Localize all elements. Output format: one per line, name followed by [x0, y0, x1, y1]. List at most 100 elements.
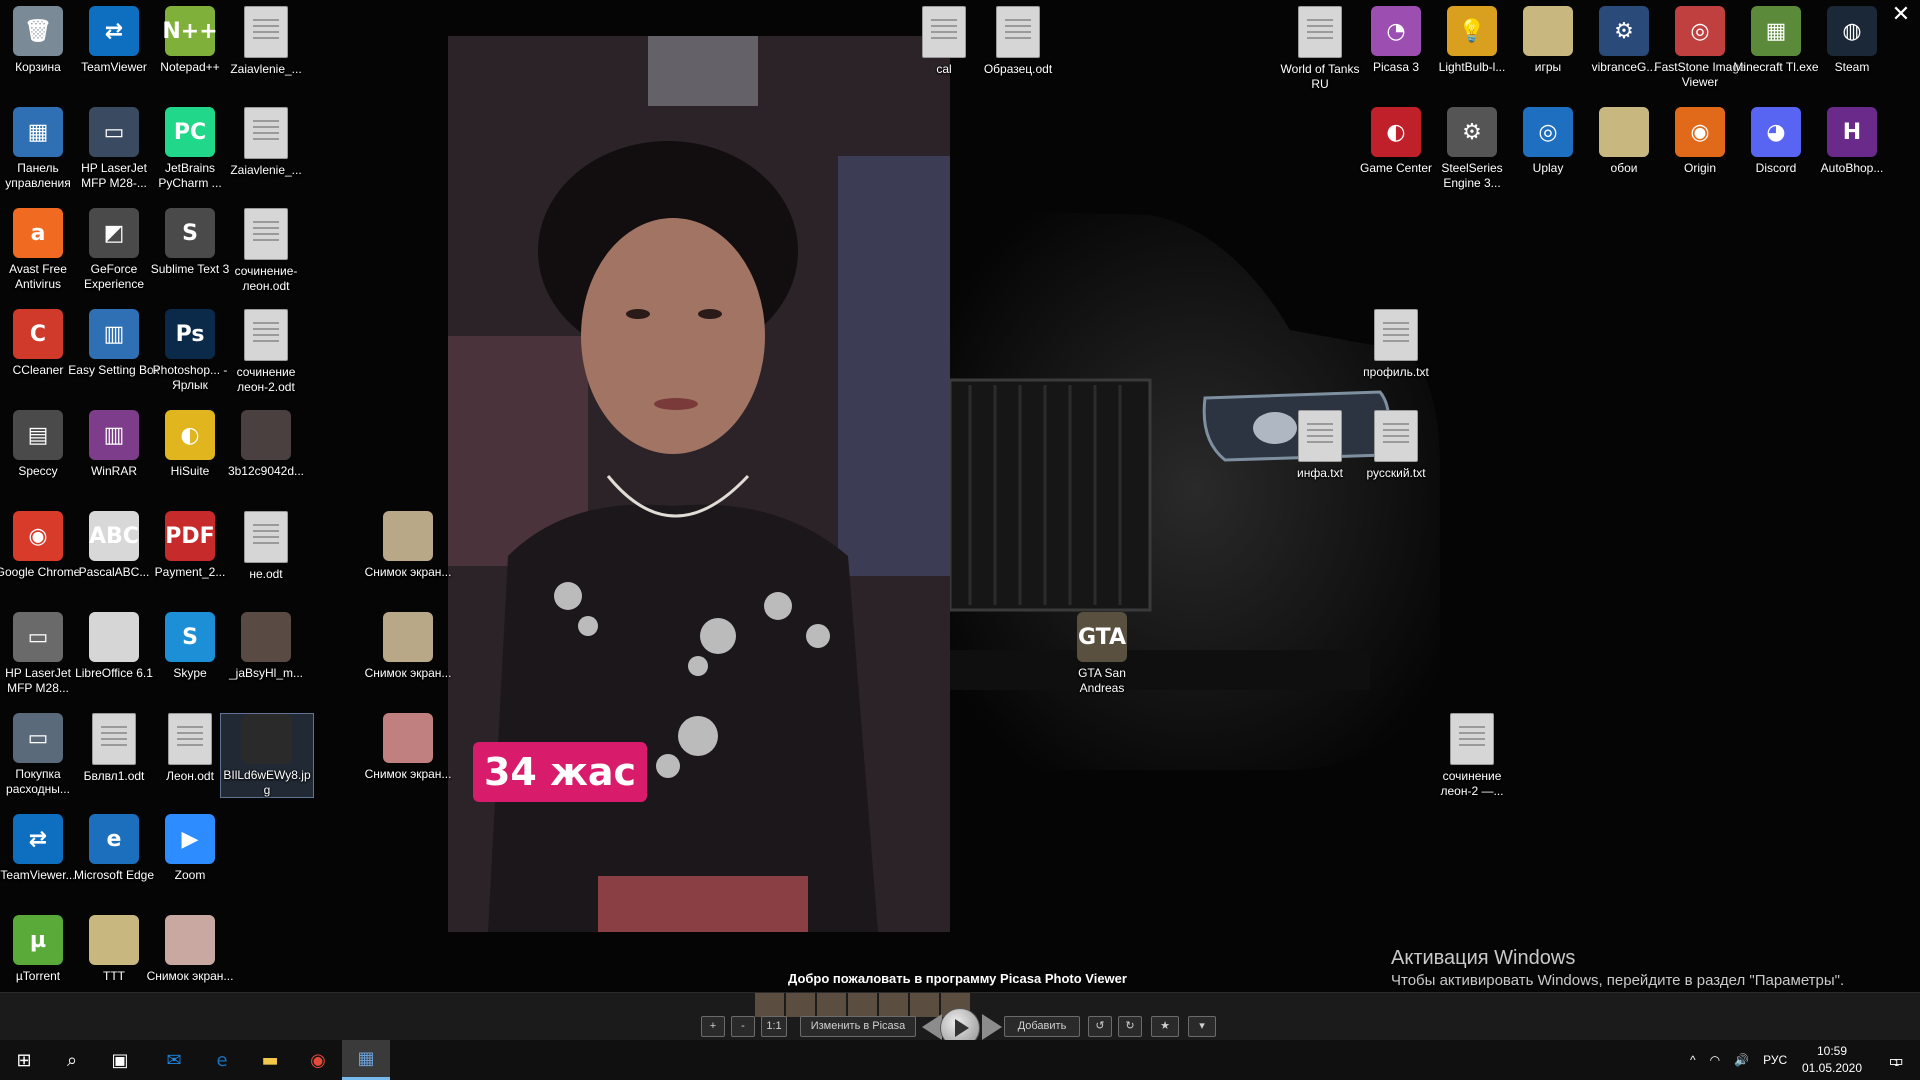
icon-glyph: S [182, 624, 198, 650]
thumbnail[interactable] [817, 993, 846, 1017]
icon-glyph: 🗑 [24, 18, 52, 44]
start-button[interactable]: ⊞ [0, 1040, 48, 1080]
desktop-icon-label: Снимок экран... [364, 767, 452, 781]
gta-icon: GTA [1077, 612, 1127, 662]
document-icon [1298, 6, 1342, 58]
desktop-icon[interactable]: Снимок экран... [362, 511, 454, 580]
chrome-icon: ◉ [13, 511, 63, 561]
desktop-icon[interactable]: _jaBsyHl_m... [220, 612, 312, 681]
rotate-right-button[interactable]: ↻ [1118, 1016, 1142, 1037]
desktop-icon-label: Образец.odt [983, 62, 1053, 76]
uplay-icon: ◎ [1523, 107, 1573, 157]
icon-glyph: Ps [175, 321, 205, 347]
network-icon[interactable]: ◠ [1710, 1053, 1720, 1067]
watermark-subtitle: Чтобы активировать Windows, перейдите в … [1391, 972, 1845, 989]
desktop-icon[interactable]: H AutoBhop... [1806, 107, 1898, 176]
rotate-left-button[interactable]: ↺ [1088, 1016, 1112, 1037]
document-icon [922, 6, 966, 58]
task-view-button[interactable]: ▣ [96, 1040, 144, 1080]
image-thumbnail-icon [383, 612, 433, 662]
desktop-icon[interactable]: сочинение леон-2.odt [220, 309, 312, 394]
clock[interactable]: 10:59 01.05.2020 [1796, 1043, 1868, 1077]
desktop-icon[interactable]: Снимок экран... [362, 612, 454, 681]
search-button[interactable]: ⌕ [48, 1040, 96, 1080]
faststone-icon: ◎ [1675, 6, 1725, 56]
thumbnail[interactable] [786, 993, 815, 1017]
purchase-icon: ▭ [13, 713, 63, 763]
taskbar-explorer-icon[interactable]: ▬ [246, 1040, 294, 1080]
edit-in-picasa-button[interactable]: Изменить в Picasa [800, 1016, 916, 1037]
icon-glyph: ◍ [1842, 18, 1862, 44]
viewer-welcome-text: Добро пожаловать в программу Picasa Phot… [788, 971, 1127, 986]
language-indicator[interactable]: РУС [1763, 1053, 1787, 1067]
tray-chevron-icon[interactable]: ^ [1690, 1053, 1696, 1067]
desktop-icon[interactable]: ▶ Zoom [144, 814, 236, 883]
desktop-icon[interactable]: Снимок экран... [362, 713, 454, 782]
face [581, 218, 765, 454]
desktop-icon[interactable]: GTA GTA San Andreas [1056, 612, 1148, 695]
volume-icon[interactable]: 🔊 [1734, 1053, 1749, 1067]
sublime-icon: S [165, 208, 215, 258]
desktop-icon[interactable]: сочинение-леон.odt [220, 208, 312, 293]
desktop-icon[interactable]: Zaiavlenie_... [220, 107, 312, 178]
text-file-icon [1374, 410, 1418, 462]
desktop-icon-label: сочинение-леон.odt [234, 264, 298, 293]
thumbnail[interactable] [879, 993, 908, 1017]
game-center-icon: ◐ [1371, 107, 1421, 157]
desktop-icon[interactable]: профиль.txt [1350, 309, 1442, 380]
next-arrow-icon[interactable] [982, 1014, 1002, 1040]
taskbar-chrome-icon[interactable]: ◉ [294, 1040, 342, 1080]
icon-glyph: ◉ [28, 523, 48, 549]
actual-size-button[interactable]: 1:1 [761, 1016, 787, 1037]
lightbulb-icon: 💡 [1447, 6, 1497, 56]
icon-glyph: ◐ [1386, 119, 1406, 145]
taskbar-picasa-viewer-icon[interactable]: ▦ [342, 1040, 390, 1080]
zoom-in-button[interactable]: + [701, 1016, 725, 1037]
desktop-icon-label: Снимок экран... [364, 565, 452, 579]
close-viewer-button[interactable]: ✕ [1890, 4, 1912, 26]
clock-date: 01.05.2020 [1801, 1061, 1863, 1075]
desktop-icon[interactable]: ◍ Steam [1806, 6, 1898, 75]
icon-glyph: S [182, 220, 198, 246]
document-icon [244, 309, 288, 361]
notifications-button[interactable]: ▭ 1 [1874, 1040, 1914, 1080]
desktop-icon-label: сочинение леон-2 —... [1440, 769, 1504, 798]
more-options-button[interactable]: ▾ [1188, 1016, 1216, 1037]
desktop-icon-label: сочинение леон-2.odt [236, 365, 296, 394]
hisuite-icon: ◐ [165, 410, 215, 460]
geforce-icon: ◩ [89, 208, 139, 258]
desktop-icon-label: _jaBsyHl_m... [228, 666, 304, 680]
desktop-icon[interactable]: русский.txt [1350, 410, 1442, 481]
pdf-icon: PDF [165, 511, 215, 561]
icon-glyph: ▥ [103, 321, 125, 347]
desktop-icon-label: 3b12c9042d... [227, 464, 305, 478]
star-button[interactable]: ★ [1151, 1016, 1179, 1037]
previous-arrow-icon[interactable] [922, 1014, 942, 1040]
desktop-icon[interactable]: 3b12c9042d... [220, 410, 312, 479]
teamviewer-icon: ⇄ [13, 814, 63, 864]
icon-glyph: H [1842, 119, 1862, 145]
thumbnail[interactable] [755, 993, 784, 1017]
add-button[interactable]: Добавить [1004, 1016, 1080, 1037]
desktop-icon[interactable]: Образец.odt [972, 6, 1064, 77]
pascalabc-icon: ABC [89, 511, 139, 561]
desktop-icon[interactable]: не.odt [220, 511, 312, 582]
desktop-icon[interactable]: Zaiavlenie_... [220, 6, 312, 77]
taskbar-edge-icon[interactable]: e [198, 1040, 246, 1080]
desktop-icon-label: Zaiavlenie_... [230, 62, 302, 76]
thumbnail[interactable] [848, 993, 877, 1017]
minecraft-icon: ▦ [1751, 6, 1801, 56]
taskbar-mail-icon[interactable]: ✉ [150, 1040, 198, 1080]
watermark-title: Активация Windows [1391, 947, 1576, 969]
icon-glyph: ◩ [103, 220, 125, 246]
desktop-icon[interactable]: Снимок экран... [144, 915, 236, 984]
zoom-out-button[interactable]: - [731, 1016, 755, 1037]
skype-icon: S [165, 612, 215, 662]
desktop-icon[interactable]: BIlLd6wEWy8.jpg [220, 713, 314, 798]
autobhop-icon: H [1827, 107, 1877, 157]
icon-glyph: PDF [165, 523, 215, 549]
document-icon [996, 6, 1040, 58]
image-thumbnail-icon [165, 915, 215, 965]
desktop-icon-label: Zoom [174, 868, 206, 882]
desktop-icon[interactable]: сочинение леон-2 —... [1426, 713, 1518, 798]
